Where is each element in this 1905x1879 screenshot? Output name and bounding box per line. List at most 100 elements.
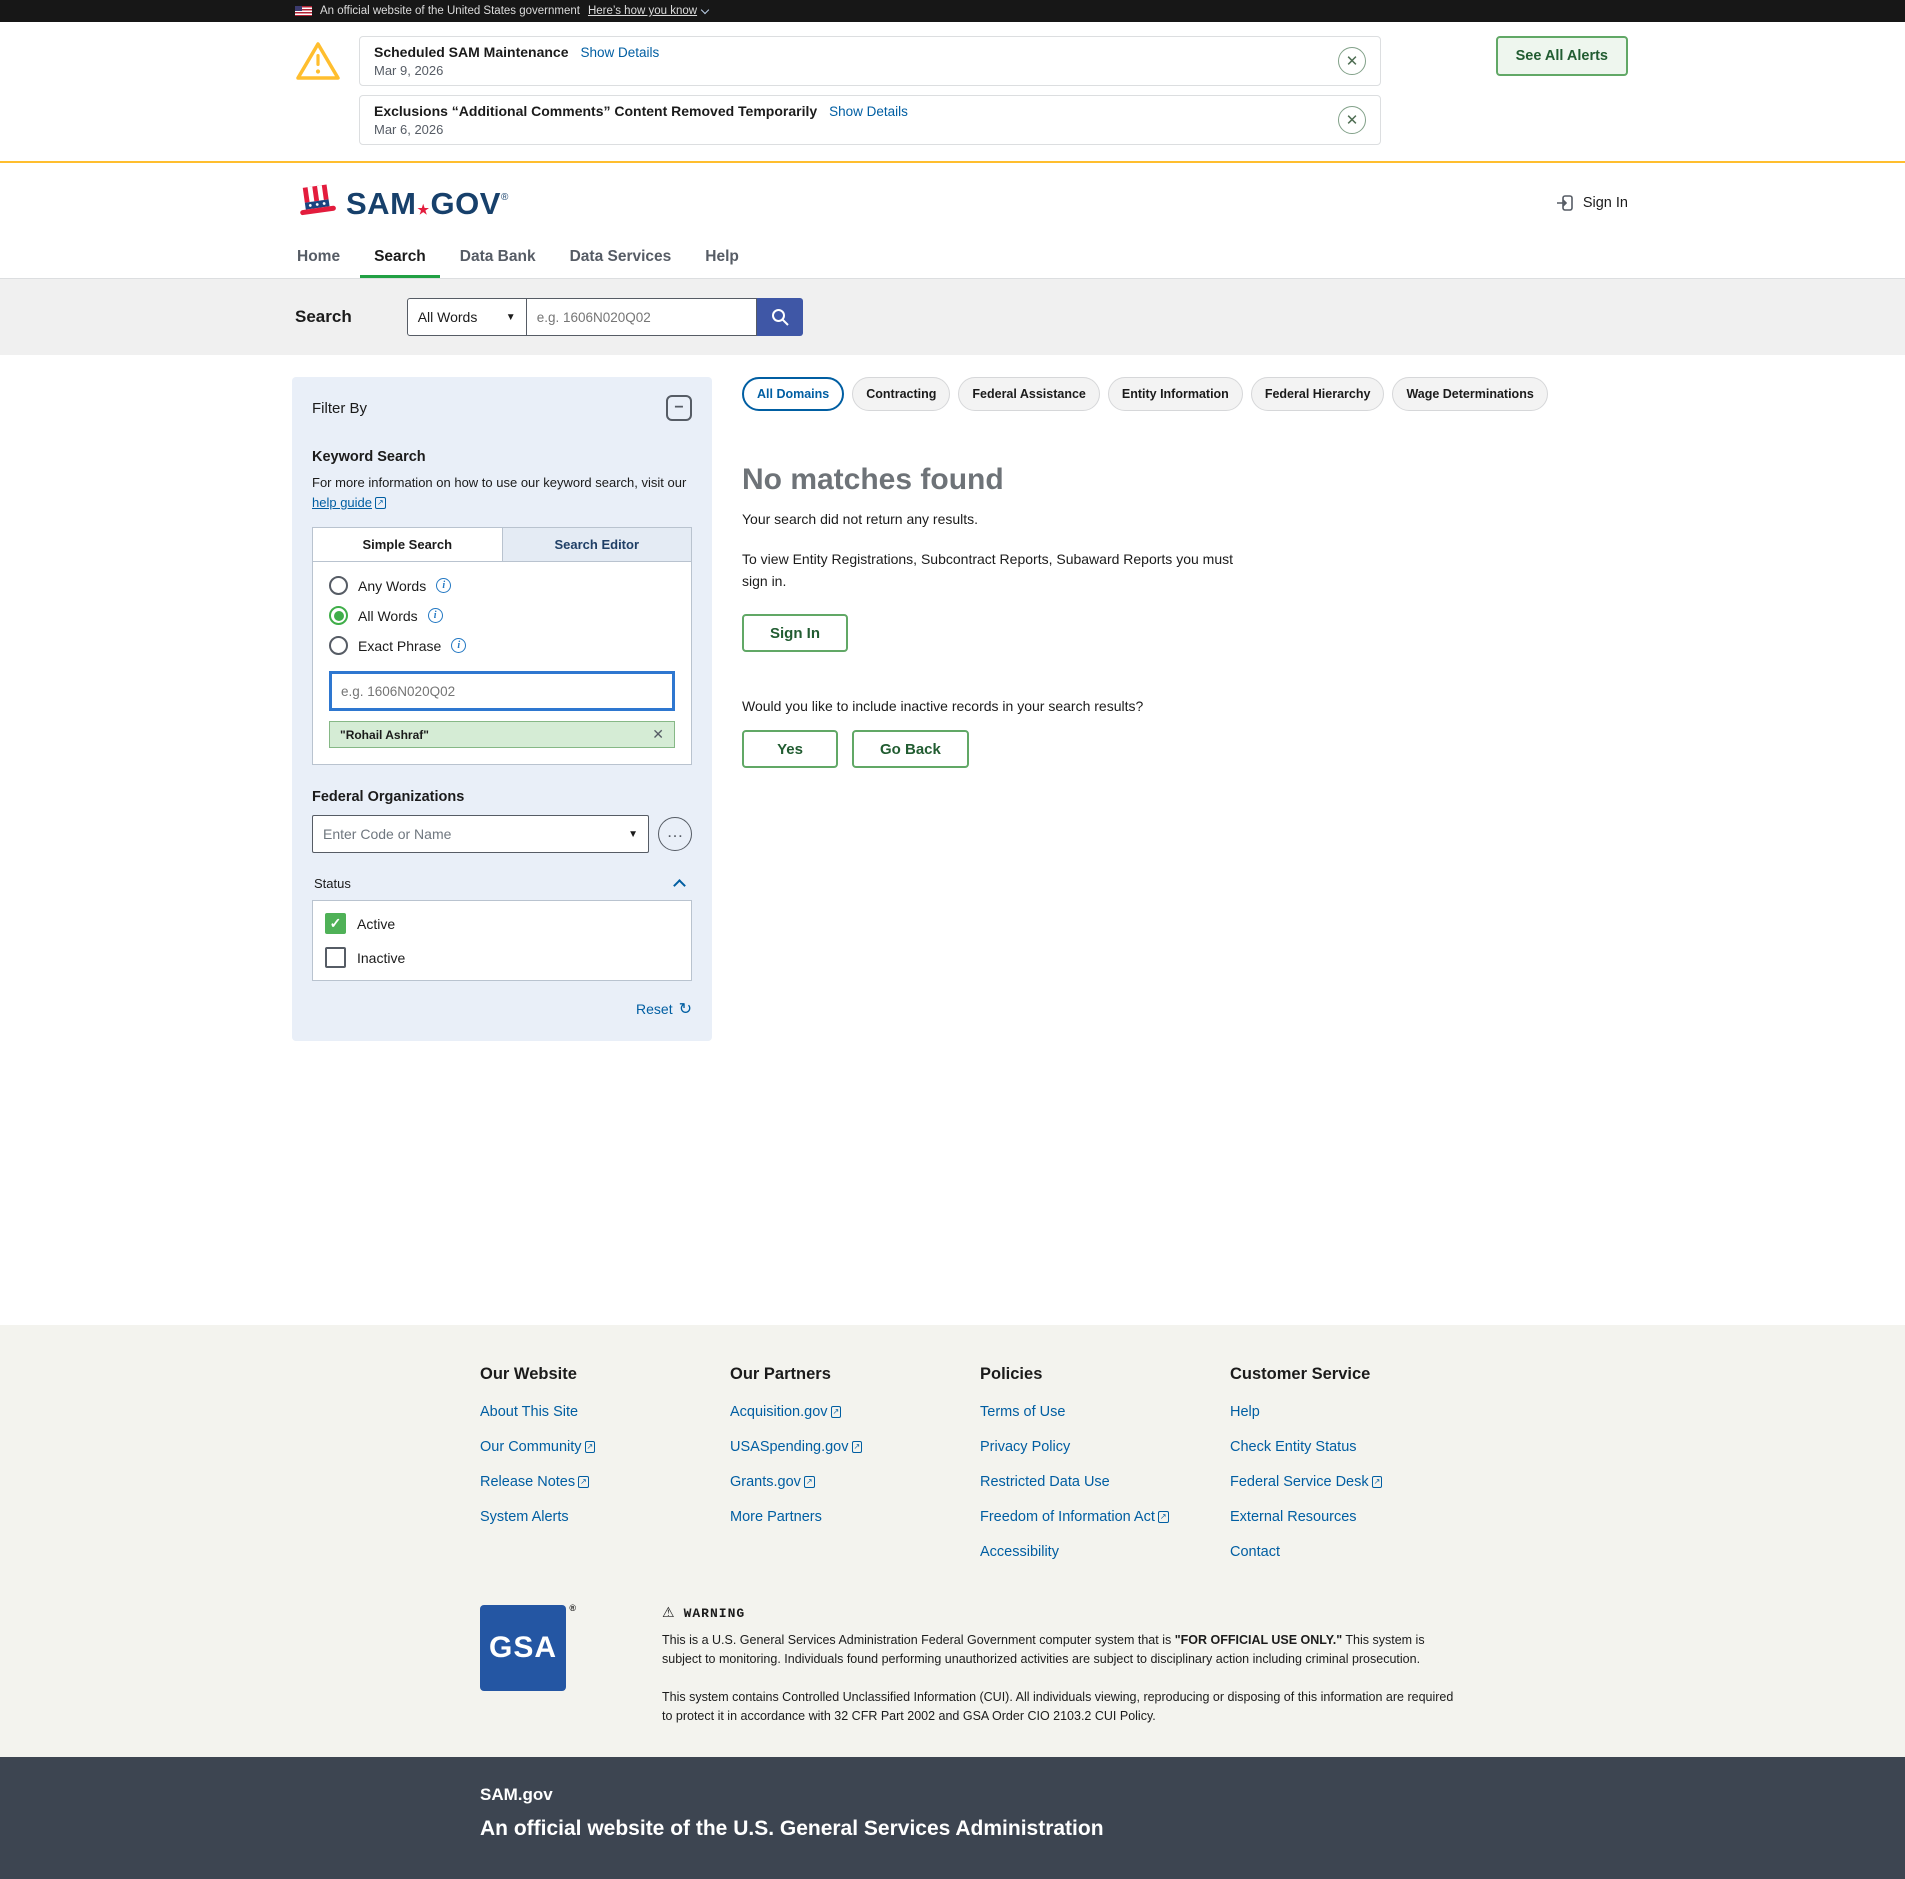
- footer-link-our-community[interactable]: Our Community↗: [480, 1439, 595, 1455]
- external-link-icon: ↗: [1158, 1511, 1169, 1523]
- reset-icon: ↻: [679, 999, 692, 1019]
- sign-in-icon: [1555, 193, 1575, 213]
- footer-link-accessibility[interactable]: Accessibility: [980, 1544, 1059, 1560]
- go-back-button[interactable]: Go Back: [852, 730, 969, 768]
- sam-gov-logo[interactable]: SAM★GOV®: [295, 183, 509, 223]
- global-search-input[interactable]: [527, 298, 757, 336]
- footer-sam-gov-title: SAM.gov: [480, 1785, 1905, 1805]
- close-icon[interactable]: ✕: [1338, 106, 1366, 134]
- external-link-icon: ↗: [375, 497, 386, 509]
- radio-all-words[interactable]: All Words i: [329, 606, 675, 625]
- more-options-button[interactable]: …: [658, 817, 692, 851]
- info-icon[interactable]: i: [451, 638, 466, 653]
- yes-button[interactable]: Yes: [742, 730, 838, 768]
- footer-link-system-alerts[interactable]: System Alerts: [480, 1509, 569, 1525]
- help-guide-link[interactable]: help guide↗: [312, 495, 386, 510]
- close-icon[interactable]: ✕: [1338, 47, 1366, 75]
- gov-banner: An official website of the United States…: [0, 0, 1905, 22]
- radio-unchecked-icon: [329, 636, 348, 655]
- keyword-input[interactable]: [329, 671, 675, 711]
- nav-data-services[interactable]: Data Services: [556, 235, 686, 278]
- pill-federal-hierarchy[interactable]: Federal Hierarchy: [1251, 377, 1385, 411]
- radio-exact-phrase[interactable]: Exact Phrase i: [329, 636, 675, 655]
- ellipsis-icon: …: [667, 822, 684, 842]
- alert-show-details-link[interactable]: Show Details: [829, 104, 908, 119]
- alert-title: Scheduled SAM Maintenance: [374, 44, 568, 60]
- sign-in-button[interactable]: Sign In: [742, 614, 848, 652]
- info-icon[interactable]: i: [436, 578, 451, 593]
- footer-link-terms-of-use[interactable]: Terms of Use: [980, 1404, 1065, 1420]
- header-sign-in-link[interactable]: Sign In: [1555, 193, 1628, 213]
- warning-paragraph-2: This system contains Controlled Unclassi…: [662, 1688, 1462, 1727]
- sign-in-label: Sign In: [1583, 195, 1628, 211]
- search-button[interactable]: [757, 298, 803, 336]
- nav-home[interactable]: Home: [283, 235, 354, 278]
- nav-search[interactable]: Search: [360, 235, 440, 278]
- radio-any-words[interactable]: Any Words i: [329, 576, 675, 595]
- footer-link-usaspending-gov[interactable]: USASpending.gov↗: [730, 1439, 862, 1455]
- footer-link-acquisition-gov[interactable]: Acquisition.gov↗: [730, 1404, 841, 1420]
- external-link-icon: ↗: [852, 1441, 863, 1453]
- site-header: SAM★GOV® Sign In: [0, 163, 1905, 235]
- pill-all-domains[interactable]: All Domains: [742, 377, 844, 411]
- logo-text: SAM★GOV®: [346, 188, 509, 219]
- federal-org-select[interactable]: Enter Code or Name ▼: [312, 815, 649, 853]
- domain-filter-pills: All Domains Contracting Federal Assistan…: [742, 377, 1605, 411]
- main-content: Filter By − Keyword Search For more info…: [0, 355, 1905, 1325]
- footer-col-policies: Policies Terms of Use Privacy Policy Res…: [980, 1365, 1230, 1579]
- search-label: Search: [295, 307, 352, 327]
- footer-link-about-this-site[interactable]: About This Site: [480, 1404, 578, 1420]
- footer-link-more-partners[interactable]: More Partners: [730, 1509, 822, 1525]
- footer-link-grants-gov[interactable]: Grants.gov↗: [730, 1474, 815, 1490]
- footer-link-contact[interactable]: Contact: [1230, 1544, 1280, 1560]
- us-flag-icon: [295, 6, 312, 16]
- see-all-alerts-button[interactable]: See All Alerts: [1496, 36, 1628, 76]
- site-footer: Our Website About This Site Our Communit…: [0, 1325, 1905, 1757]
- warning-paragraph-1: This is a U.S. General Services Administ…: [662, 1631, 1462, 1670]
- footer-link-check-entity-status[interactable]: Check Entity Status: [1230, 1439, 1357, 1455]
- pill-entity-information[interactable]: Entity Information: [1108, 377, 1243, 411]
- chevron-down-icon: [701, 5, 709, 13]
- remove-chip-icon[interactable]: ✕: [652, 726, 664, 743]
- footer-link-help[interactable]: Help: [1230, 1404, 1260, 1420]
- collapse-filters-button[interactable]: −: [666, 395, 692, 421]
- checkbox-inactive[interactable]: Inactive: [325, 947, 679, 968]
- footer-link-foia[interactable]: Freedom of Information Act↗: [980, 1509, 1169, 1525]
- pill-wage-determinations[interactable]: Wage Determinations: [1392, 377, 1547, 411]
- star-icon: ★: [417, 202, 429, 217]
- gov-banner-how-label: Here’s how you know: [588, 5, 697, 17]
- reset-filters-link[interactable]: Reset ↻: [636, 999, 692, 1019]
- minus-icon: −: [674, 399, 683, 417]
- nav-data-bank[interactable]: Data Bank: [446, 235, 550, 278]
- footer-link-restricted-data-use[interactable]: Restricted Data Use: [980, 1474, 1110, 1490]
- footer-link-release-notes[interactable]: Release Notes↗: [480, 1474, 589, 1490]
- alert-item: Exclusions “Additional Comments” Content…: [359, 95, 1381, 145]
- footer-link-external-resources[interactable]: External Resources: [1230, 1509, 1357, 1525]
- tab-simple-search[interactable]: Simple Search: [313, 528, 502, 561]
- chevron-down-icon: ▼: [506, 312, 516, 323]
- inactive-records-question: Would you like to include inactive recor…: [742, 698, 1605, 714]
- status-accordion-header[interactable]: Status: [312, 869, 692, 900]
- tab-search-editor[interactable]: Search Editor: [502, 528, 692, 561]
- footer-link-privacy-policy[interactable]: Privacy Policy: [980, 1439, 1070, 1455]
- checkbox-active[interactable]: ✓ Active: [325, 913, 679, 934]
- external-link-icon: ↗: [1372, 1476, 1383, 1488]
- pill-federal-assistance[interactable]: Federal Assistance: [958, 377, 1099, 411]
- identifier-footer: SAM.gov An official website of the U.S. …: [0, 1757, 1905, 1879]
- nav-help[interactable]: Help: [691, 235, 753, 278]
- gov-banner-how-link[interactable]: Here’s how you know: [588, 5, 708, 17]
- info-icon[interactable]: i: [428, 608, 443, 623]
- external-link-icon: ↗: [831, 1406, 842, 1418]
- uncle-sam-hat-icon: [292, 180, 341, 226]
- footer-link-federal-service-desk[interactable]: Federal Service Desk↗: [1230, 1474, 1382, 1490]
- checkbox-checked-icon: ✓: [325, 913, 346, 934]
- alert-date: Mar 9, 2026: [374, 63, 1338, 78]
- federal-organizations-title: Federal Organizations: [312, 789, 692, 805]
- external-link-icon: ↗: [578, 1476, 589, 1488]
- alert-show-details-link[interactable]: Show Details: [580, 45, 659, 60]
- search-type-select[interactable]: All Words ▼: [407, 298, 527, 336]
- global-search-bar: Search All Words ▼: [0, 279, 1905, 355]
- warning-icon: [295, 40, 341, 87]
- no-matches-heading: No matches found: [742, 463, 1605, 497]
- pill-contracting[interactable]: Contracting: [852, 377, 950, 411]
